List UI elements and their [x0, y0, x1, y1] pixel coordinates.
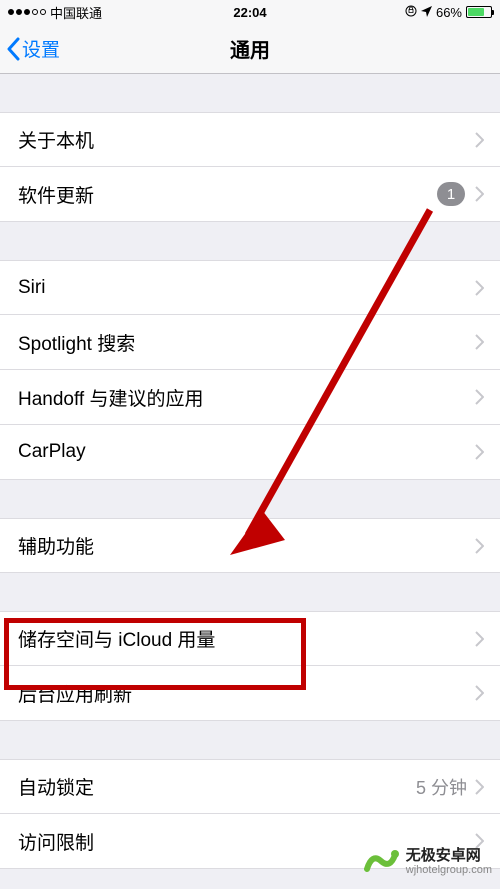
cell-label: 自动锁定: [18, 773, 416, 800]
cell-label: Spotlight 搜索: [18, 329, 475, 356]
watermark: 无极安卓网 wjhotelgroup.com: [362, 843, 492, 881]
settings-section-3: 储存空间与 iCloud 用量 后台应用刷新: [0, 611, 500, 721]
chevron-right-icon: [475, 685, 484, 701]
page-title: 通用: [0, 34, 500, 63]
cell-label: 软件更新: [18, 181, 437, 208]
settings-section-1: Siri Spotlight 搜索 Handoff 与建议的应用 CarPlay: [0, 260, 500, 480]
cell-about[interactable]: 关于本机: [0, 112, 500, 167]
back-label: 设置: [22, 35, 60, 62]
chevron-right-icon: [475, 280, 484, 296]
nav-bar: 设置 通用: [0, 24, 500, 74]
cell-storage-icloud[interactable]: 储存空间与 iCloud 用量: [0, 611, 500, 666]
chevron-right-icon: [475, 538, 484, 554]
chevron-right-icon: [475, 631, 484, 647]
watermark-logo-icon: [362, 843, 400, 881]
status-time: 22:04: [0, 5, 500, 20]
cell-label: 关于本机: [18, 126, 475, 153]
battery-icon: [466, 6, 492, 18]
chevron-right-icon: [475, 186, 484, 202]
cell-siri[interactable]: Siri: [0, 260, 500, 315]
chevron-right-icon: [475, 389, 484, 405]
cell-label: Siri: [18, 277, 475, 299]
back-button[interactable]: 设置: [0, 35, 60, 62]
cell-accessibility[interactable]: 辅助功能: [0, 518, 500, 573]
chevron-right-icon: [475, 779, 484, 795]
watermark-url: wjhotelgroup.com: [406, 864, 492, 876]
cell-auto-lock[interactable]: 自动锁定 5 分钟: [0, 759, 500, 814]
chevron-right-icon: [475, 132, 484, 148]
chevron-left-icon: [6, 37, 20, 61]
settings-section-0: 关于本机 软件更新 1: [0, 112, 500, 222]
cell-label: CarPlay: [18, 441, 475, 463]
update-badge: 1: [437, 182, 465, 206]
cell-spotlight[interactable]: Spotlight 搜索: [0, 315, 500, 370]
cell-label: 后台应用刷新: [18, 680, 475, 707]
watermark-title: 无极安卓网: [406, 848, 492, 865]
cell-label: 储存空间与 iCloud 用量: [18, 625, 475, 652]
cell-background-refresh[interactable]: 后台应用刷新: [0, 666, 500, 721]
cell-label: 辅助功能: [18, 532, 475, 559]
cell-handoff[interactable]: Handoff 与建议的应用: [0, 370, 500, 425]
settings-section-2: 辅助功能: [0, 518, 500, 573]
chevron-right-icon: [475, 444, 484, 460]
cell-value: 5 分钟: [416, 774, 467, 800]
status-bar: 中国联通 22:04 66%: [0, 0, 500, 24]
chevron-right-icon: [475, 334, 484, 350]
cell-software-update[interactable]: 软件更新 1: [0, 167, 500, 222]
watermark-text: 无极安卓网 wjhotelgroup.com: [406, 848, 492, 877]
cell-carplay[interactable]: CarPlay: [0, 425, 500, 480]
cell-label: Handoff 与建议的应用: [18, 384, 475, 411]
